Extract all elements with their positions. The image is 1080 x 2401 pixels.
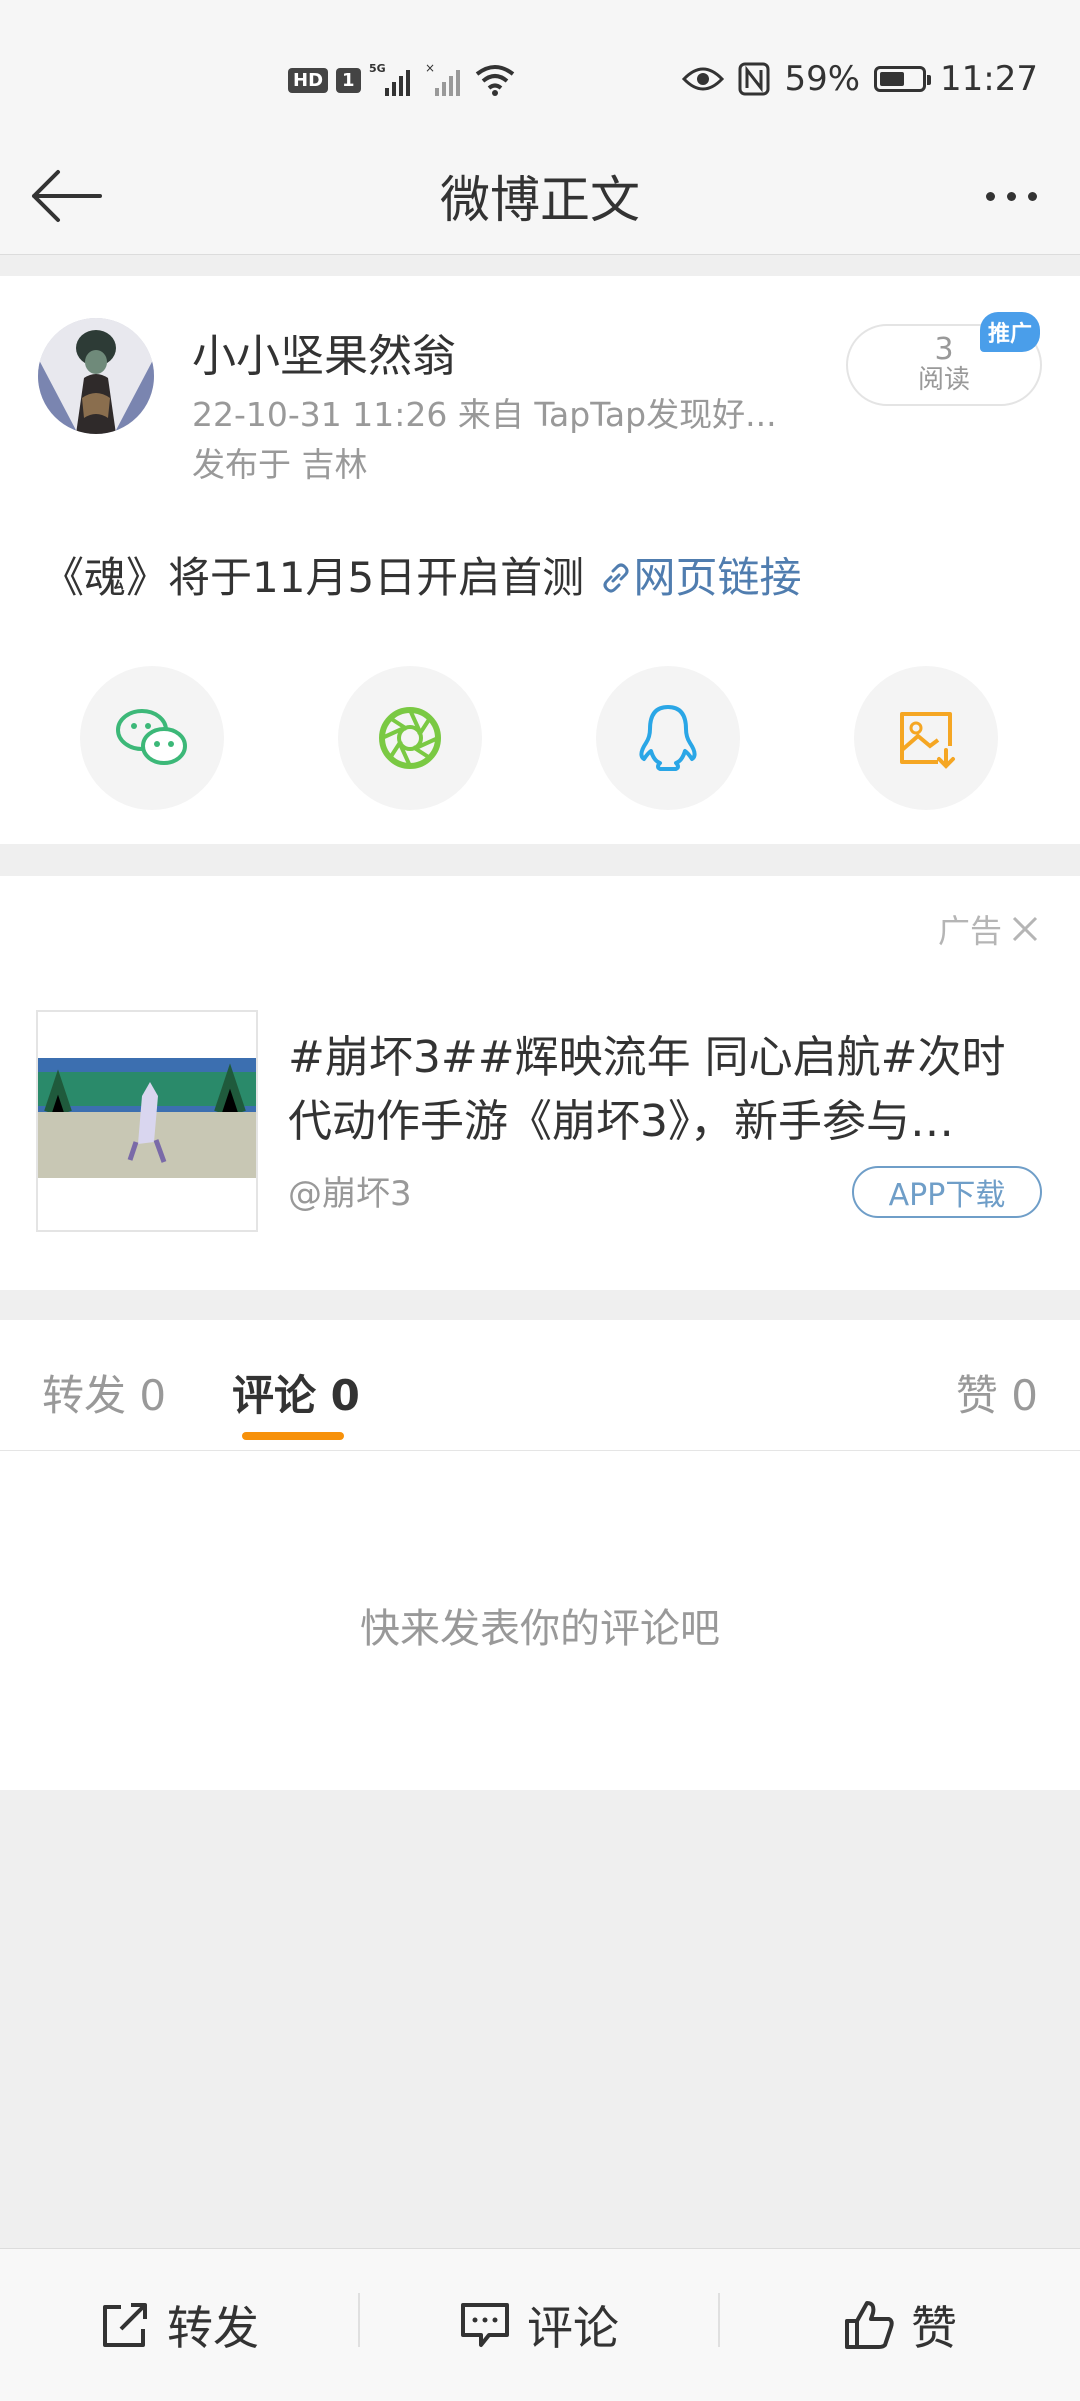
like-button[interactable]: 赞 <box>720 2249 1080 2401</box>
close-icon <box>1012 916 1038 942</box>
share-moments-button[interactable] <box>338 666 482 810</box>
ad-thumbnail[interactable] <box>36 1010 258 1232</box>
status-bar: HD 1 5G × 59% 11:27 <box>0 0 1080 150</box>
title-bar: 微博正文 <box>0 150 1080 255</box>
read-label: 阅读 <box>917 365 970 395</box>
moments-icon <box>379 707 441 769</box>
nfc-icon <box>738 62 770 96</box>
ad-title[interactable]: #崩坏3##辉映流年 同心启航#次时 代动作手游《崩坏3》，新手参与… <box>288 1026 1048 1154</box>
signal-no-service-icon: × <box>425 62 460 96</box>
save-image-icon <box>900 712 955 769</box>
ad-label: 广告 <box>937 912 1002 950</box>
comment-icon <box>461 2303 509 2347</box>
qq-icon <box>639 705 697 771</box>
comment-button[interactable]: 评论 <box>360 2249 718 2401</box>
more-dot <box>985 191 995 201</box>
repost-label: 转发 <box>167 2301 259 2355</box>
battery-fill <box>880 72 905 86</box>
ad-title-line1: #崩坏3##辉映流年 同心启航#次时 <box>288 1032 1006 1083</box>
eye-icon <box>682 67 725 91</box>
avatar-image <box>38 318 154 434</box>
post-meta: 22-10-31 11:26 来自 TapTap发现好... <box>192 395 777 434</box>
like-label: 赞 <box>911 2301 957 2355</box>
sim-number: 1 <box>336 67 361 93</box>
thumbs-up-icon <box>845 2301 894 2349</box>
ad-label-close[interactable]: 广告 <box>938 906 1040 952</box>
empty-comments-text: 快来发表你的评论吧 <box>360 1606 720 1652</box>
share-wechat-button[interactable] <box>80 666 224 810</box>
post-location: 发布于 吉林 <box>192 445 368 484</box>
link-text: 网页链接 <box>633 553 802 602</box>
interaction-tabs: 转发 0 评论 0 赞 0 快来发表你的评论吧 <box>0 1320 1080 1790</box>
status-left: HD 1 5G × <box>288 60 517 100</box>
share-row <box>0 666 1080 812</box>
link-icon <box>603 563 629 593</box>
more-dot <box>1006 191 1016 201</box>
ad-title-line2: 代动作手游《崩坏3》，新手参与… <box>288 1096 954 1147</box>
signal-5g-icon: 5G <box>369 62 410 96</box>
author-name[interactable]: 小小坚果然翁 <box>192 320 456 384</box>
ad-image <box>38 1012 256 1230</box>
web-link[interactable]: 网页链接 <box>598 553 802 602</box>
tab-like[interactable]: 赞 0 <box>956 1362 1038 1423</box>
battery-icon <box>874 66 932 92</box>
post-text: 《魂》将于11月5日开启首测 网页链接 <box>42 544 802 605</box>
ad-card[interactable]: 广告 #崩坏3##辉映流年 同心启航#次时 代动作手游《崩坏3》，新手参与… @… <box>0 876 1080 1290</box>
tab-repost[interactable]: 转发 0 <box>42 1362 166 1423</box>
share-qq-button[interactable] <box>596 666 740 810</box>
save-image-button[interactable] <box>854 666 998 810</box>
svg-text:5G: 5G <box>369 62 386 75</box>
avatar[interactable] <box>38 318 154 434</box>
post-card: 小小坚果然翁 22-10-31 11:26 来自 TapTap发现好... 发布… <box>0 276 1080 844</box>
clock: 11:27 <box>940 59 1038 99</box>
repost-button[interactable]: 转发 <box>0 2249 358 2401</box>
page-title: 微博正文 <box>440 171 640 229</box>
status-right: 59% 11:27 <box>682 54 1038 104</box>
comment-label: 评论 <box>527 2301 619 2355</box>
svg-text:×: × <box>425 62 435 75</box>
ad-source: @崩坏3 <box>288 1174 412 1214</box>
tab-bar: 转发 0 评论 0 赞 0 <box>0 1320 1080 1451</box>
post-body: 《魂》将于11月5日开启首测 <box>42 553 598 602</box>
app-download-button[interactable]: APP下载 <box>852 1166 1042 1218</box>
promo-badge: 推广 <box>980 312 1041 352</box>
more-button[interactable] <box>966 156 1056 236</box>
wifi-icon <box>475 65 514 96</box>
hd-badge: HD <box>288 67 329 93</box>
share-icon <box>103 2303 147 2347</box>
battery-percent: 59% <box>784 59 861 99</box>
tab-comment[interactable]: 评论 0 <box>232 1362 360 1423</box>
bottom-action-bar: 转发 评论 赞 <box>0 2248 1080 2401</box>
more-dot <box>1027 191 1037 201</box>
active-tab-indicator <box>242 1432 344 1440</box>
wechat-icon <box>116 709 187 765</box>
